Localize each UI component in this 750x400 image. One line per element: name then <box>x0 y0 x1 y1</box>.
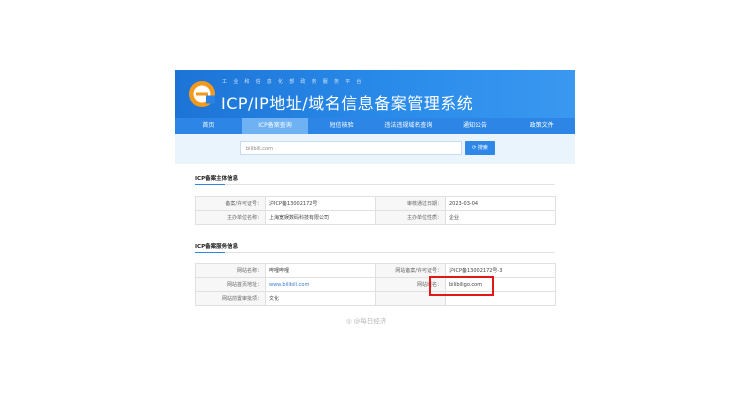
cell-value: 上海宽娱数码科技有限公司 <box>265 210 376 225</box>
header-subtitle: 工业和信息化部政务服务平台 <box>222 79 368 85</box>
cell-label: 主办单位性质： <box>375 210 446 225</box>
sponsor-section-title: ICP备案主体信息 <box>195 176 239 182</box>
site-header: 工业和信息化部政务服务平台 ICP/IP地址/域名信息备案管理系统 <box>175 70 575 118</box>
section-underline <box>195 251 225 253</box>
nav-item-home[interactable]: 首页 <box>175 118 242 134</box>
cell-value: 2023-03-04 <box>445 196 556 211</box>
cell-value: 沪ICP备13002172号 <box>265 196 376 211</box>
homepage-link[interactable]: www.bilibili.com <box>265 277 376 292</box>
search-bar: bilibili.com ⟳ 搜索 <box>175 134 575 164</box>
icp-page-screenshot: 工业和信息化部政务服务平台 ICP/IP地址/域名信息备案管理系统 首页 ICP… <box>175 70 575 340</box>
table-row: 备案/许可证号： 沪ICP备13002172号 审核通过日期： 2023-03-… <box>195 196 556 211</box>
cell-label: 网站首页地址： <box>195 277 266 292</box>
service-section-title: ICP备案服务信息 <box>195 244 239 250</box>
cell-label: 备案/许可证号： <box>195 196 266 211</box>
search-icon: ⟳ <box>472 145 477 151</box>
cell-label: 网站名称： <box>195 263 266 278</box>
watermark: ◎ @每日经济 <box>346 315 386 325</box>
section-underline <box>195 183 225 185</box>
service-info-table: 网站名称： 哔哩哔哩 网站备案/许可证号： 沪ICP备13002172号-3 网… <box>195 263 556 306</box>
table-row: 主办单位名称： 上海宽娱数码科技有限公司 主办单位性质： 企业 <box>195 210 556 225</box>
page-title: ICP/IP地址/域名信息备案管理系统 <box>221 94 474 113</box>
cell-label: 主办单位名称： <box>195 210 266 225</box>
table-row: 网站首页地址： www.bilibili.com 网站域名： bilibilig… <box>195 277 556 292</box>
table-row: 网站前置审批项： 文化 <box>195 291 556 306</box>
nav-item-policy-files[interactable]: 政策文件 <box>508 118 575 134</box>
cell-value: 哔哩哔哩 <box>265 263 376 278</box>
search-input[interactable]: bilibili.com <box>240 141 462 155</box>
divider <box>195 184 555 185</box>
sponsor-info-table: 备案/许可证号： 沪ICP备13002172号 审核通过日期： 2023-03-… <box>195 196 556 225</box>
table-row: 网站名称： 哔哩哔哩 网站备案/许可证号： 沪ICP备13002172号-3 <box>195 263 556 278</box>
red-highlight-box <box>429 276 494 296</box>
search-button-label: 搜索 <box>477 145 488 151</box>
cell-value: 企业 <box>445 210 556 225</box>
nav-item-illegal-domain-query[interactable]: 违法违规域名查询 <box>375 118 442 134</box>
e-logo-icon <box>189 81 215 107</box>
cell-label: 网站前置审批项： <box>195 291 266 306</box>
watermark-text: @每日经济 <box>353 317 387 325</box>
weibo-icon: ◎ <box>346 317 352 325</box>
cell-value: 文化 <box>265 291 376 306</box>
divider <box>195 252 555 253</box>
nav-item-icp-query[interactable]: ICP备案查询 <box>241 118 309 134</box>
search-button[interactable]: ⟳ 搜索 <box>465 141 495 155</box>
nav-item-sms-verify[interactable]: 短信核验 <box>308 118 375 134</box>
nav-item-announcements[interactable]: 通知公告 <box>442 118 509 134</box>
cell-label: 审核通过日期： <box>375 196 446 211</box>
main-nav: 首页 ICP备案查询 短信核验 违法违规域名查询 通知公告 政策文件 <box>175 118 575 134</box>
